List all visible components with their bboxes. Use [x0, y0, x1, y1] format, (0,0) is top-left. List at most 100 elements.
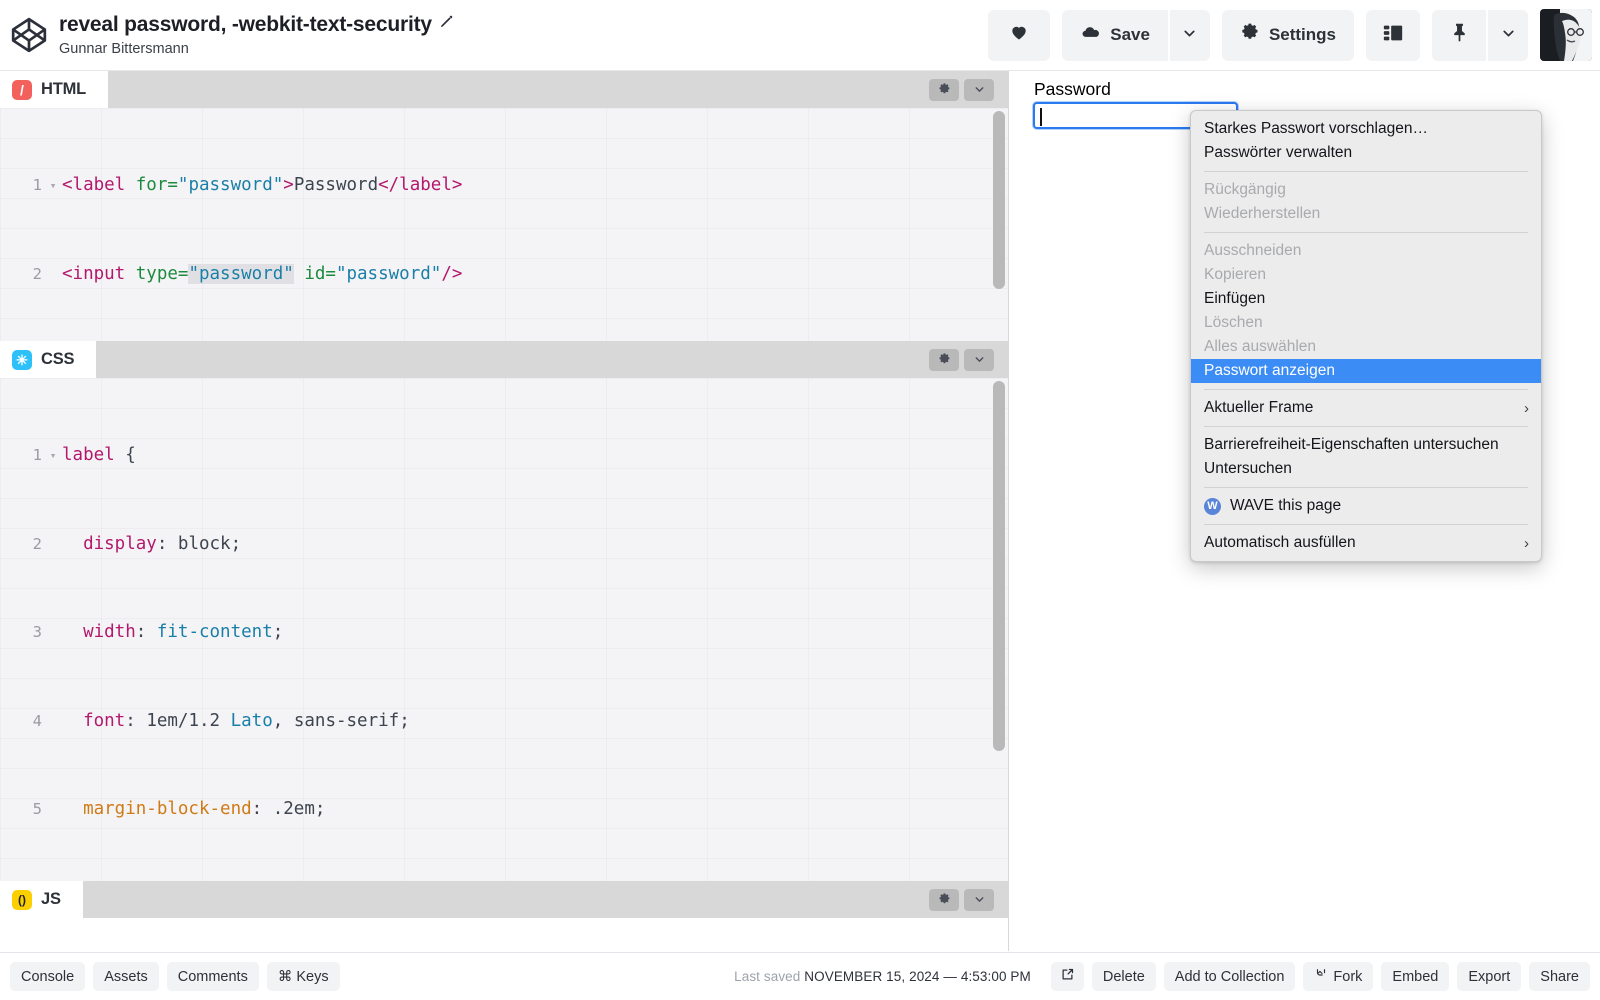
save-button[interactable]: Save: [1062, 9, 1168, 61]
menu-item-label: Wiederherstellen: [1204, 205, 1321, 222]
fork-icon: [1314, 968, 1328, 986]
tab-html[interactable]: / HTML: [0, 71, 109, 108]
share-button[interactable]: Share: [1529, 962, 1590, 991]
add-to-collection-button[interactable]: Add to Collection: [1163, 962, 1296, 991]
pin-group: [1432, 9, 1528, 61]
export-button[interactable]: Export: [1457, 962, 1522, 991]
editor-column: / HTML 1 ▾ <label for="password">Password<…: [0, 71, 1008, 951]
comments-button[interactable]: Comments: [166, 962, 259, 991]
menu-item-aktueller-frame[interactable]: Aktueller Frame ›: [1191, 396, 1541, 420]
tab-js-label: JS: [41, 890, 61, 908]
code-token: :: [135, 622, 157, 642]
html-editor-scrollbar[interactable]: [993, 111, 1005, 289]
cloud-icon: [1080, 22, 1101, 48]
menu-item-label: Löschen: [1204, 314, 1263, 331]
menu-separator: [1204, 171, 1528, 172]
pen-title-wrap: reveal password, -webkit-text-security G…: [59, 12, 454, 59]
code-line: 4 font: 1em/1.2 Lato, sans-serif;: [0, 707, 1008, 737]
keys-button[interactable]: ⌘ Keys: [266, 962, 340, 991]
code-token: Password: [293, 175, 379, 195]
html-editor-body[interactable]: 1 ▾ <label for="password">Password</label>…: [0, 108, 1008, 341]
menu-separator: [1204, 487, 1528, 488]
css-editor-body[interactable]: 1 ▾ label { 2 display: block; 3 width: fit…: [0, 378, 1008, 881]
line-number: 2: [32, 264, 42, 283]
pencil-icon[interactable]: [439, 12, 454, 38]
menu-item-automatisch-ausfuellen[interactable]: Automatisch ausfüllen ›: [1191, 531, 1541, 555]
code-token: <input: [62, 263, 126, 284]
code-token: <label: [62, 175, 126, 195]
code-line: 5 margin-block-end: .2em;: [0, 795, 1008, 825]
fold-arrow: [46, 618, 60, 648]
fork-button[interactable]: Fork: [1303, 962, 1374, 991]
fold-arrow[interactable]: ▾: [46, 171, 60, 201]
chevron-right-icon: ›: [1524, 534, 1529, 552]
code-token: width: [83, 622, 136, 642]
fork-label: Fork: [1333, 968, 1363, 985]
pen-title-text: reveal password, -webkit-text-security: [59, 12, 432, 36]
menu-item-label: Rückgängig: [1204, 181, 1286, 198]
code-token: font: [83, 710, 126, 731]
menu-item-label: Ausschneiden: [1204, 242, 1302, 259]
html-pane-actions: [929, 78, 1008, 101]
code-token: 1em/1.2: [146, 710, 231, 731]
code-token: for=: [125, 175, 178, 195]
menu-item-passwoerter-verwalten[interactable]: Passwörter verwalten: [1191, 141, 1541, 165]
code-token: </label>: [378, 175, 463, 195]
embed-button[interactable]: Embed: [1381, 962, 1450, 991]
like-button[interactable]: [988, 9, 1051, 61]
menu-item-wave-this-page[interactable]: W WAVE this page: [1191, 494, 1541, 518]
open-preview-button[interactable]: [1050, 962, 1084, 991]
chevron-down-icon[interactable]: [964, 78, 994, 101]
bottom-right-actions: Last saved NOVEMBER 15, 2024 — 4:53:00 P…: [734, 962, 1600, 991]
fold-arrow[interactable]: ▾: [46, 441, 60, 471]
code-token: display: [83, 533, 157, 554]
code-token: Lato: [230, 710, 273, 731]
menu-item-passwort-anzeigen[interactable]: Passwort anzeigen: [1191, 359, 1541, 383]
pen-author[interactable]: Gunnar Bittersmann: [59, 39, 454, 59]
tab-js[interactable]: () JS: [0, 881, 83, 918]
gear-icon[interactable]: [929, 888, 959, 911]
top-toolbar: Save Settings: [988, 9, 1600, 61]
fold-arrow: [46, 530, 60, 560]
settings-button[interactable]: Settings: [1221, 9, 1354, 61]
pin-button[interactable]: [1432, 9, 1486, 61]
menu-item-ausschneiden: Ausschneiden: [1191, 239, 1541, 263]
tab-html-label: HTML: [41, 80, 87, 98]
menu-item-label: Passwörter verwalten: [1204, 144, 1353, 161]
avatar[interactable]: [1540, 9, 1592, 61]
codepen-logo-icon[interactable]: [10, 16, 48, 54]
assets-button[interactable]: Assets: [93, 962, 159, 991]
text-caret: [1040, 108, 1042, 126]
js-badge-icon: (): [12, 889, 32, 910]
menu-item-untersuchen[interactable]: Untersuchen: [1191, 457, 1541, 481]
menu-item-einfuegen[interactable]: Einfügen: [1191, 287, 1541, 311]
menu-item-barrierefreiheit-untersuchen[interactable]: Barrierefreiheit-Eigenschaften untersuch…: [1191, 433, 1541, 457]
menu-item-label: Barrierefreiheit-Eigenschaften untersuch…: [1204, 436, 1499, 453]
pin-options-button[interactable]: [1488, 9, 1528, 61]
password-label: Password: [1034, 79, 1111, 99]
layout-button[interactable]: [1366, 9, 1420, 61]
chevron-down-icon[interactable]: [964, 888, 994, 911]
gear-icon[interactable]: [929, 348, 959, 371]
code-token: : .2em;: [251, 799, 326, 819]
chevron-down-icon[interactable]: [964, 348, 994, 371]
save-options-button[interactable]: [1169, 9, 1210, 61]
menu-separator: [1204, 524, 1528, 525]
delete-button[interactable]: Delete: [1091, 962, 1156, 991]
css-code[interactable]: 1 ▾ label { 2 display: block; 3 width: fit…: [0, 378, 1008, 881]
css-editor-scrollbar[interactable]: [993, 381, 1005, 751]
context-menu: Starkes Passwort vorschlagen… Passwörter…: [1190, 110, 1542, 562]
html-code[interactable]: 1 ▾ <label for="password">Password</label>…: [0, 108, 1008, 341]
menu-item-label: Alles auswählen: [1204, 338, 1317, 355]
menu-item-starkes-passwort-vorschlagen[interactable]: Starkes Passwort vorschlagen…: [1191, 117, 1541, 141]
menu-item-rueckgaengig: Rückgängig: [1191, 178, 1541, 202]
code-token: id=: [293, 263, 336, 284]
menu-item-label: Aktueller Frame: [1204, 399, 1314, 416]
menu-separator: [1204, 232, 1528, 233]
console-button[interactable]: Console: [10, 962, 86, 991]
gear-icon[interactable]: [929, 78, 959, 101]
menu-item-kopieren: Kopieren: [1191, 263, 1541, 287]
tab-css[interactable]: ✳ CSS: [0, 341, 97, 378]
css-badge-icon: ✳: [12, 349, 32, 370]
menu-item-label: Starkes Passwort vorschlagen…: [1204, 120, 1428, 137]
